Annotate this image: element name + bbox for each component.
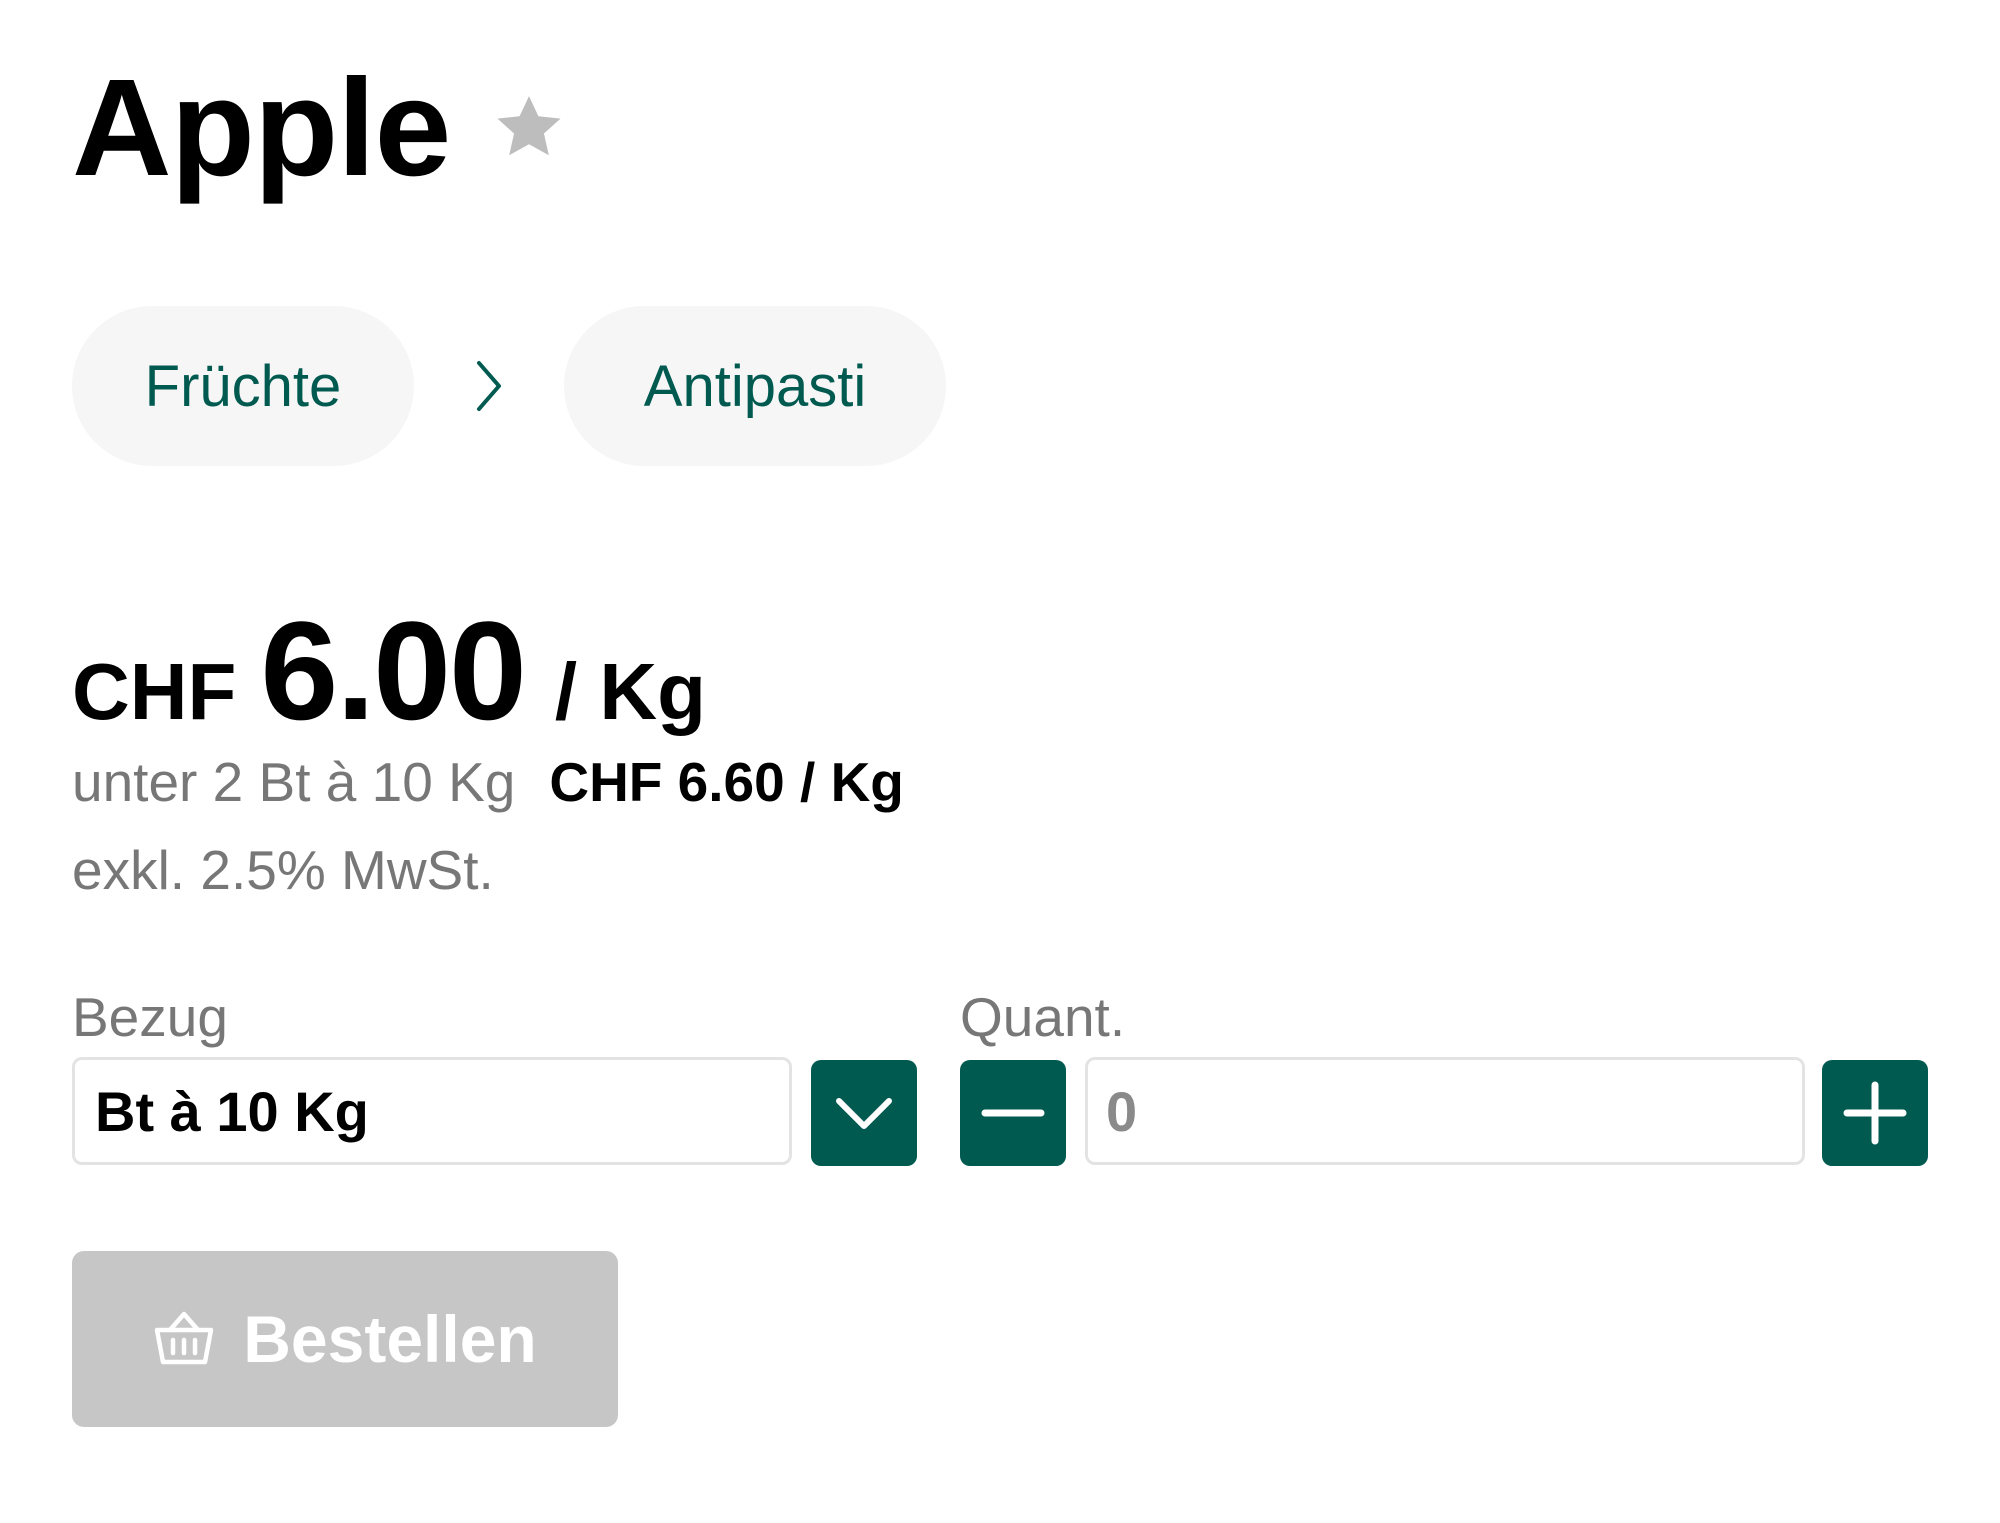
- price-unit: / Kg: [554, 647, 706, 736]
- price-currency: CHF: [72, 647, 237, 736]
- quantity-label: Quant.: [960, 986, 1126, 1048]
- breadcrumb-separator: [414, 306, 564, 466]
- bezug-selected-value: Bt à 10 Kg: [95, 1079, 369, 1143]
- breadcrumb: Früchte Antipasti: [72, 306, 946, 466]
- breadcrumb-item-fruechte[interactable]: Früchte: [72, 306, 414, 466]
- basket-icon: [153, 1308, 215, 1370]
- tier-price: CHF 6.60 / Kg: [549, 751, 904, 813]
- minus-icon: [981, 1109, 1045, 1117]
- order-button-label: Bestellen: [243, 1302, 537, 1376]
- bezug-label: Bezug: [72, 986, 228, 1048]
- chevron-down-icon: [836, 1098, 892, 1129]
- quantity-value: 0: [1106, 1079, 1138, 1143]
- breadcrumb-item-antipasti[interactable]: Antipasti: [564, 306, 946, 466]
- vat-note: exkl. 2.5% MwSt.: [72, 839, 494, 901]
- product-title: Apple: [72, 51, 451, 205]
- favorite-button[interactable]: [490, 89, 568, 167]
- tier-price-line: unter 2 Bt à 10 Kg CHF 6.60 / Kg: [72, 750, 904, 820]
- chevron-right-icon: [477, 361, 501, 411]
- order-button[interactable]: Bestellen: [72, 1251, 618, 1427]
- product-header: Apple: [72, 58, 568, 198]
- bezug-dropdown-button[interactable]: [811, 1060, 917, 1166]
- quantity-decrement-button[interactable]: [960, 1060, 1066, 1166]
- tier-label: unter 2 Bt à 10 Kg: [72, 751, 516, 813]
- price: CHF 6.00 / Kg: [72, 590, 706, 749]
- plus-icon: [1843, 1081, 1907, 1145]
- bezug-select[interactable]: Bt à 10 Kg: [72, 1057, 792, 1165]
- price-amount: 6.00: [260, 592, 526, 749]
- quantity-input[interactable]: 0: [1085, 1057, 1805, 1165]
- quantity-increment-button[interactable]: [1822, 1060, 1928, 1166]
- star-icon: [497, 96, 561, 156]
